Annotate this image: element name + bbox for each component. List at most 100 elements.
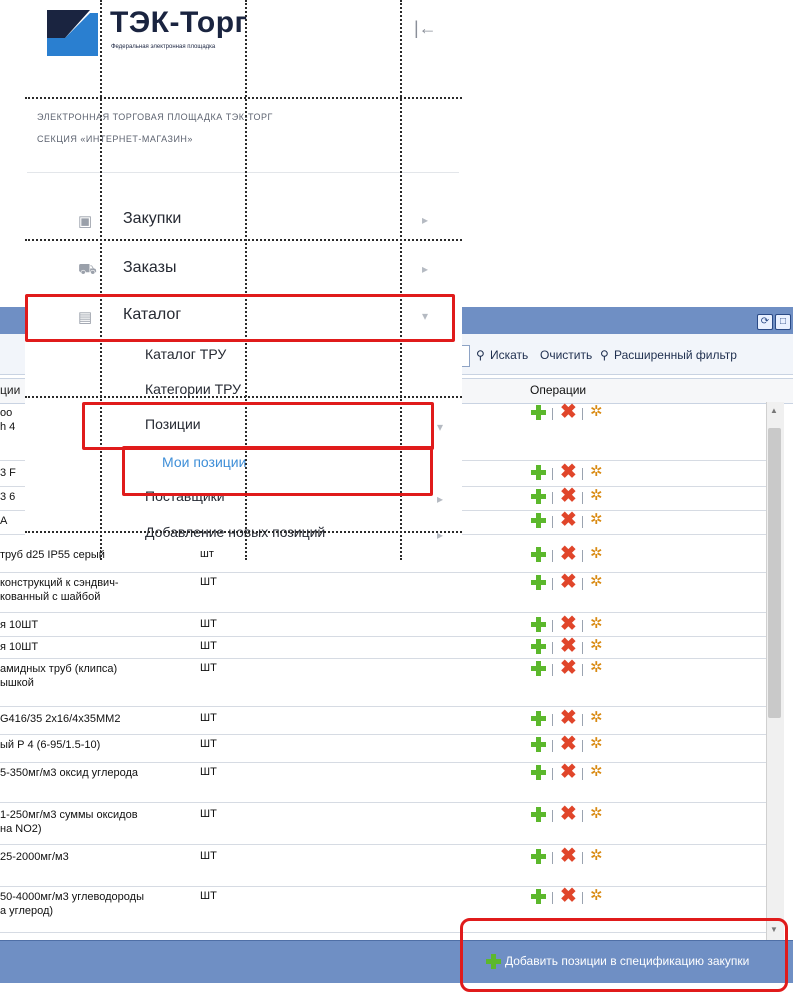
add-icon[interactable] — [530, 464, 546, 480]
delete-icon[interactable]: ✖ — [560, 614, 577, 634]
separator — [582, 664, 583, 676]
table-row[interactable]: амидных труб (клипса) ышкой ШТ ✖ ✲ — [0, 658, 766, 707]
position-name-cell: труб d25 IP55 серый — [0, 549, 105, 561]
add-icon[interactable] — [530, 488, 546, 504]
delete-icon[interactable]: ✖ — [560, 804, 577, 824]
row-operations: ✖ ✲ — [530, 402, 620, 422]
delete-icon[interactable]: ✖ — [560, 544, 577, 564]
delete-icon[interactable]: ✖ — [560, 462, 577, 482]
settings-icon[interactable]: ✲ — [590, 403, 603, 421]
table-row[interactable]: ый Р 4 (6-95/1.5-10) ШТ ✖ ✲ — [0, 734, 766, 763]
add-icon[interactable] — [530, 764, 546, 780]
delete-icon[interactable]: ✖ — [560, 762, 577, 782]
table-row[interactable]: 1-250мг/м3 суммы оксидов на NO2) ШТ ✖ ✲ — [0, 804, 766, 845]
clear-button[interactable]: Очистить — [540, 348, 592, 362]
settings-icon[interactable]: ✲ — [590, 487, 603, 505]
submenu-categories-tru[interactable]: Категории ТРУ — [145, 381, 241, 397]
add-icon[interactable] — [530, 848, 546, 864]
settings-icon[interactable]: ✲ — [590, 511, 603, 529]
sidebar-divider — [27, 172, 459, 173]
settings-icon[interactable]: ✲ — [590, 615, 603, 633]
highlight-my-positions — [122, 446, 433, 496]
position-name-cell: G416/35 2x16/4x35MM2 — [0, 713, 121, 725]
sidebar-item-orders[interactable]: ⛟ Заказы ▸ — [60, 252, 455, 288]
settings-icon[interactable]: ✲ — [590, 573, 603, 591]
delete-icon[interactable]: ✖ — [560, 636, 577, 656]
add-icon[interactable] — [530, 512, 546, 528]
delete-icon[interactable]: ✖ — [560, 708, 577, 728]
position-name-cell: 25-2000мг/м3 — [0, 851, 69, 863]
unit-cell: ШТ — [200, 576, 217, 588]
separator — [552, 492, 553, 504]
unit-cell: ШТ — [200, 662, 217, 674]
chevron-down-icon: ▾ — [437, 420, 444, 434]
highlight-positions — [82, 402, 434, 450]
separator — [552, 408, 553, 420]
scroll-up-icon[interactable]: ▲ — [770, 406, 778, 415]
separator — [552, 550, 553, 562]
separator — [582, 620, 583, 632]
table-row[interactable]: G416/35 2x16/4x35MM2 ШТ ✖ ✲ — [0, 708, 766, 735]
settings-icon[interactable]: ✲ — [590, 847, 603, 865]
add-icon[interactable] — [530, 574, 546, 590]
delete-icon[interactable]: ✖ — [560, 734, 577, 754]
highlight-catalog — [25, 294, 455, 342]
position-name-cell: я 10ШТ — [0, 619, 39, 631]
add-icon[interactable] — [530, 660, 546, 676]
separator — [552, 578, 553, 590]
separator — [582, 516, 583, 528]
delete-icon[interactable]: ✖ — [560, 846, 577, 866]
refresh-icon[interactable]: ⟳ — [757, 314, 773, 330]
collapse-left-icon[interactable]: |← — [414, 18, 437, 39]
row-operations: ✖ ✲ — [530, 636, 620, 656]
sidebar-item-purchases[interactable]: ▣ Закупки ▸ — [60, 203, 455, 239]
binoculars-icon: ⚲ — [476, 348, 485, 362]
search-button[interactable]: Искать — [490, 348, 528, 362]
delete-icon[interactable]: ✖ — [560, 510, 577, 530]
highlight-add-to-specification — [460, 918, 788, 992]
table-row[interactable]: 25-2000мг/м3 ШТ ✖ ✲ — [0, 846, 766, 887]
submenu-catalog-tru[interactable]: Каталог ТРУ — [145, 346, 226, 362]
delete-icon[interactable]: ✖ — [560, 886, 577, 906]
brand-name: ТЭК-Торг — [110, 6, 248, 39]
settings-icon[interactable]: ✲ — [590, 735, 603, 753]
add-icon[interactable] — [530, 546, 546, 562]
delete-icon[interactable]: ✖ — [560, 486, 577, 506]
settings-icon[interactable]: ✲ — [590, 805, 603, 823]
settings-icon[interactable]: ✲ — [590, 463, 603, 481]
separator — [582, 550, 583, 562]
separator — [552, 810, 553, 822]
cart-icon: ⛟ — [78, 261, 97, 278]
maximize-icon[interactable]: □ — [775, 314, 791, 330]
position-name-cell: 50-4000мг/м3 углеводороды а углерод) — [0, 891, 144, 917]
section-title-line2: СЕКЦИЯ «ИНТЕРНЕТ-МАГАЗИН» — [37, 134, 193, 144]
unit-cell: ШТ — [200, 808, 217, 820]
table-row[interactable]: я 10ШТ ШТ ✖ ✲ — [0, 614, 766, 637]
settings-icon[interactable]: ✲ — [590, 545, 603, 563]
settings-icon[interactable]: ✲ — [590, 709, 603, 727]
row-operations: ✖ ✲ — [530, 762, 620, 782]
settings-icon[interactable]: ✲ — [590, 659, 603, 677]
column-name-header[interactable]: ции — [0, 383, 20, 397]
table-row[interactable]: я 10ШТ ШТ ✖ ✲ — [0, 636, 766, 659]
add-icon[interactable] — [530, 736, 546, 752]
table-row[interactable]: конструкций к сэндвич- кованный с шайбой… — [0, 572, 766, 613]
separator — [582, 810, 583, 822]
add-icon[interactable] — [530, 404, 546, 420]
unit-cell: ШТ — [200, 890, 217, 902]
add-icon[interactable] — [530, 888, 546, 904]
delete-icon[interactable]: ✖ — [560, 658, 577, 678]
add-icon[interactable] — [530, 710, 546, 726]
settings-icon[interactable]: ✲ — [590, 637, 603, 655]
advanced-filter-button[interactable]: Расширенный фильтр — [614, 348, 737, 362]
table-row[interactable]: 5-350мг/м3 оксид углерода ШТ ✖ ✲ — [0, 762, 766, 803]
add-icon[interactable] — [530, 616, 546, 632]
delete-icon[interactable]: ✖ — [560, 572, 577, 592]
settings-icon[interactable]: ✲ — [590, 887, 603, 905]
separator — [582, 852, 583, 864]
settings-icon[interactable]: ✲ — [590, 763, 603, 781]
add-icon[interactable] — [530, 806, 546, 822]
add-icon[interactable] — [530, 638, 546, 654]
scroll-thumb[interactable] — [768, 428, 781, 718]
delete-icon[interactable]: ✖ — [560, 402, 577, 422]
